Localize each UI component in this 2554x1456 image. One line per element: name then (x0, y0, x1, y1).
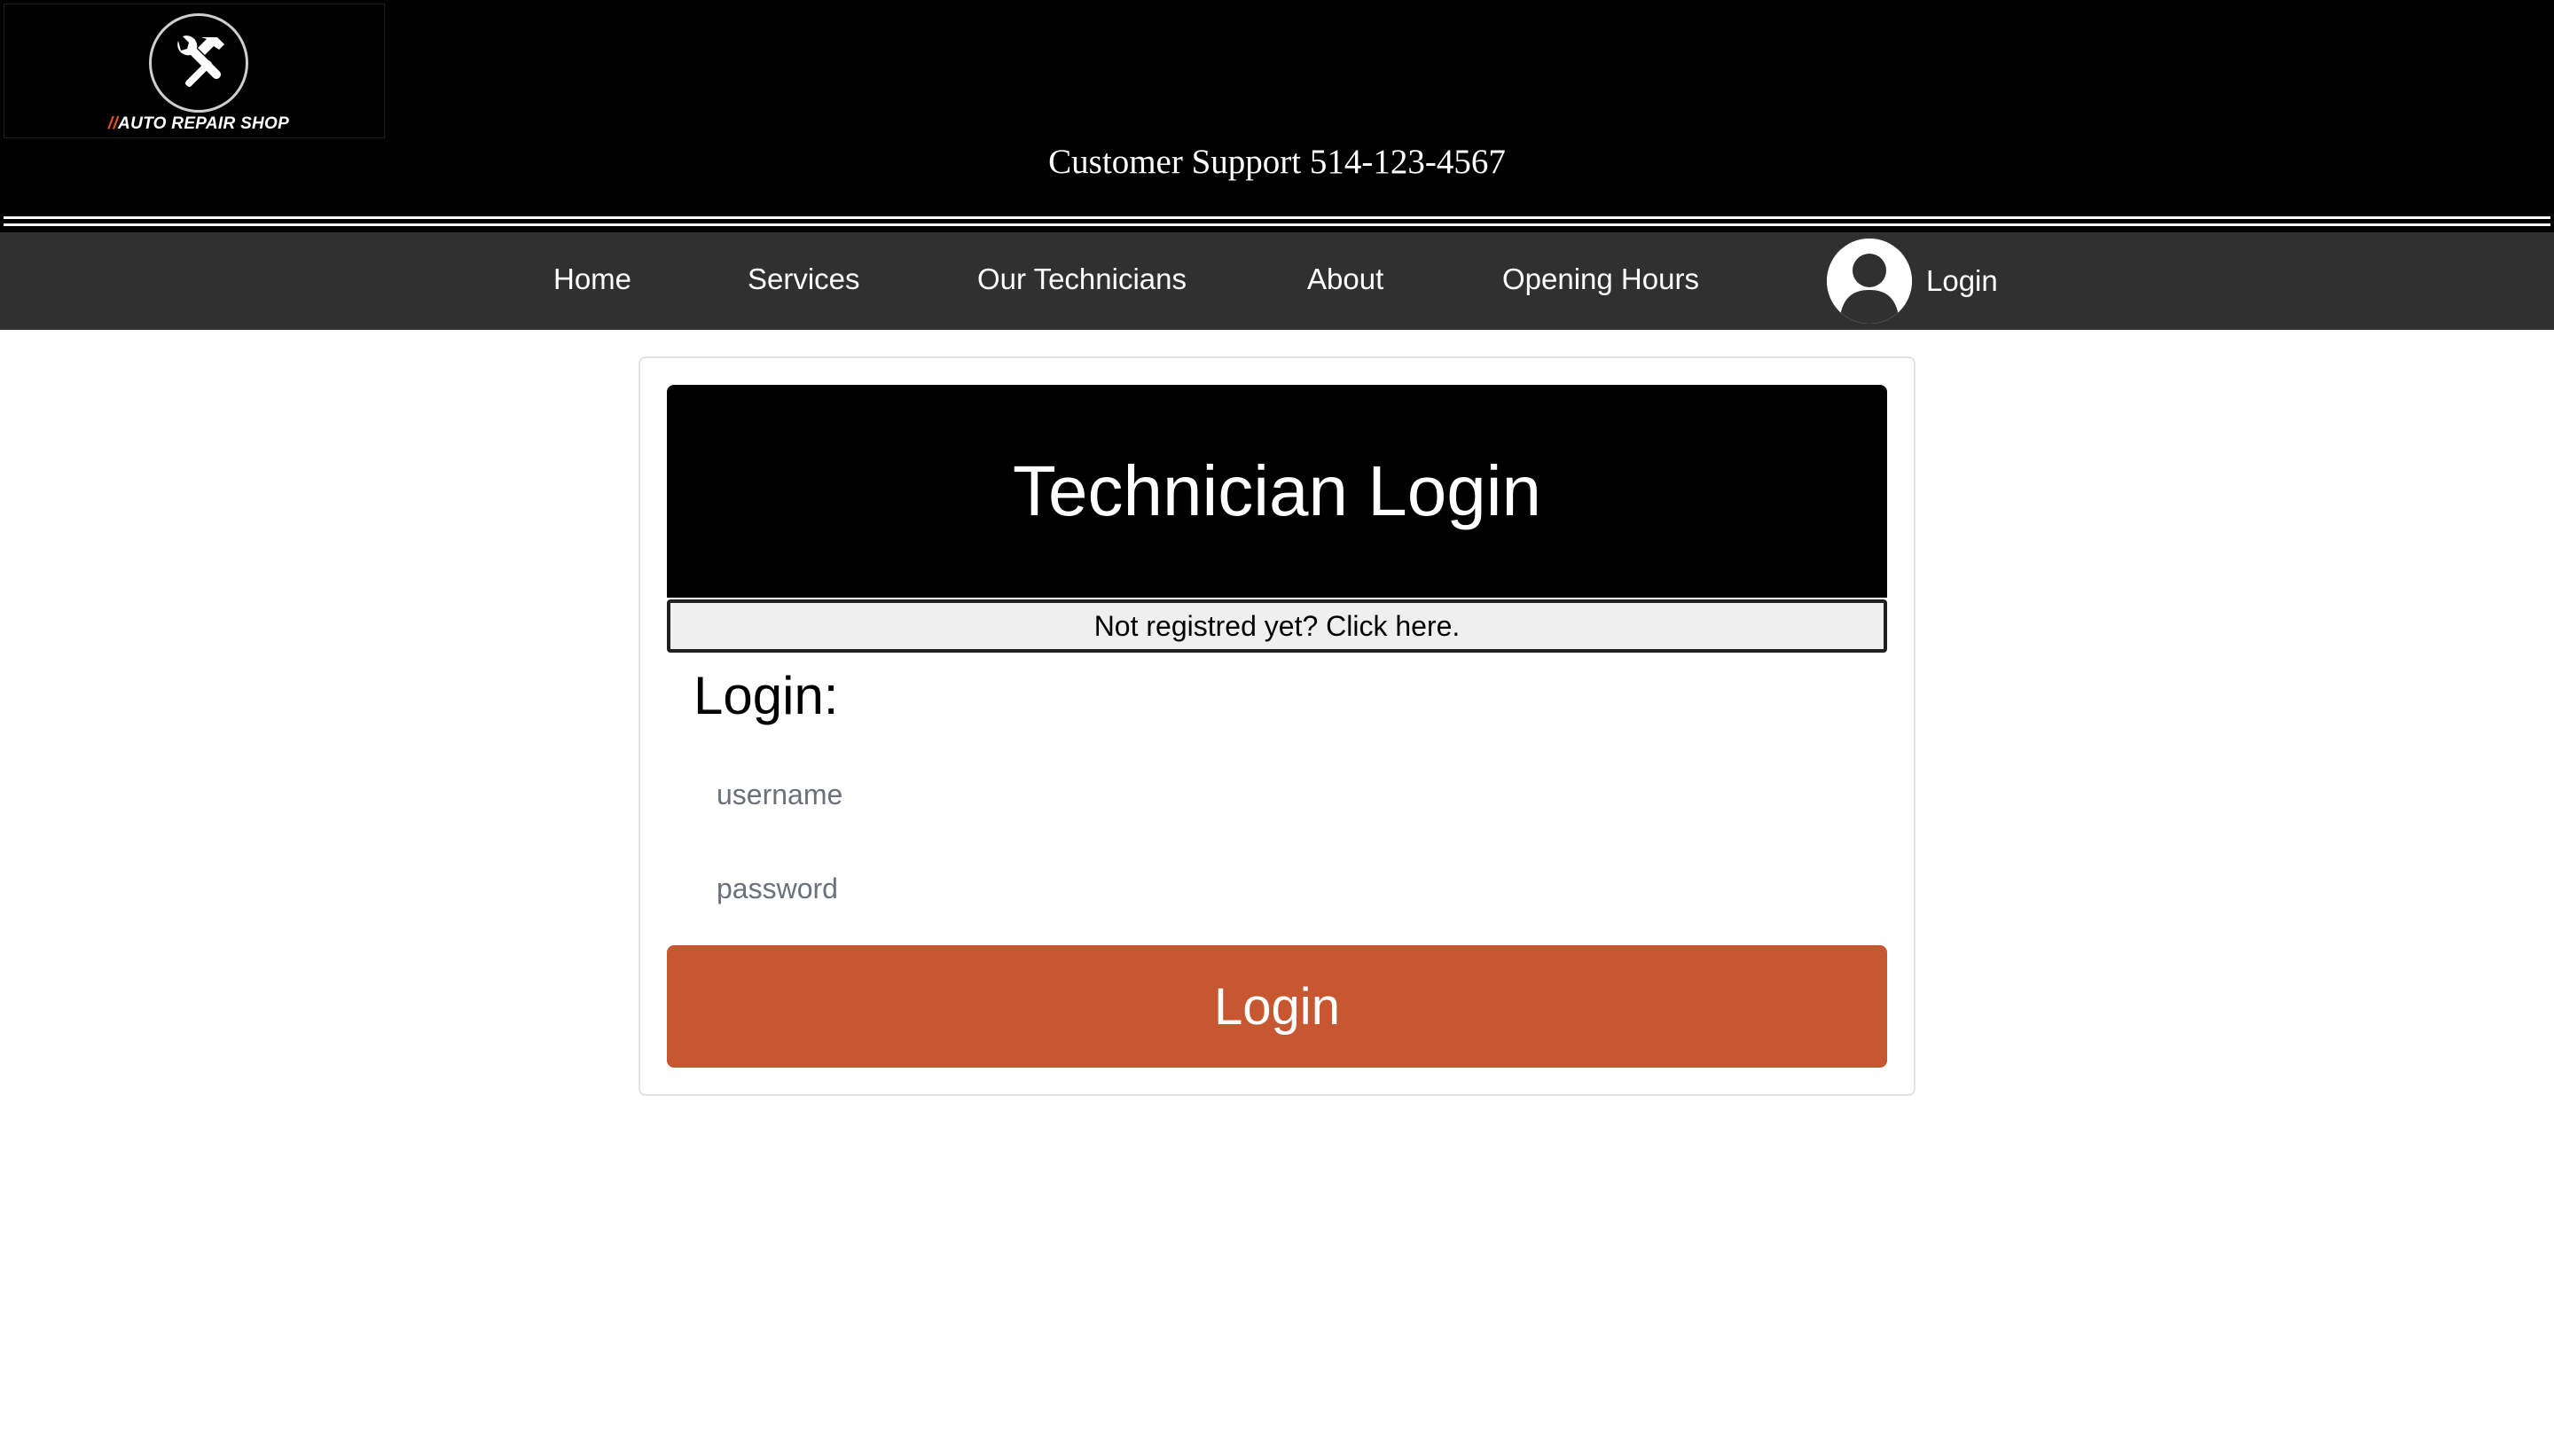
login-card: Technician Login Not registred yet? Clic… (638, 356, 1916, 1096)
password-input[interactable] (693, 853, 1887, 924)
username-input[interactable] (693, 759, 1887, 830)
nav-login[interactable]: Login (1827, 239, 1998, 324)
main-nav: Home Services Our Technicians About Open… (0, 232, 2554, 330)
nav-our-technicians[interactable]: Our Technicians (977, 232, 1187, 330)
site-header: //AUTO REPAIR SHOP Customer Support 514-… (0, 0, 2554, 232)
header-divider-top (4, 216, 2550, 219)
user-avatar-icon (1827, 239, 1912, 324)
nav-opening-hours[interactable]: Opening Hours (1502, 232, 1699, 330)
card-title: Technician Login (667, 385, 1887, 598)
nav-services[interactable]: Services (748, 232, 860, 330)
customer-support-text: Customer Support 514-123-4567 (1048, 143, 1506, 181)
logo-brand: AUTO REPAIR SHOP (118, 114, 290, 133)
logo-text: //AUTO REPAIR SHOP (4, 114, 393, 134)
login-button[interactable]: Login (667, 945, 1887, 1068)
form-title: Login: (693, 666, 839, 725)
logo-slash: // (107, 114, 119, 133)
nav-about[interactable]: About (1307, 232, 1383, 330)
hammer-wrench-icon (149, 13, 248, 113)
nav-home[interactable]: Home (553, 232, 631, 330)
register-link[interactable]: Not registred yet? Click here. (667, 599, 1887, 653)
nav-login-label: Login (1926, 264, 1998, 297)
logo[interactable]: //AUTO REPAIR SHOP (4, 4, 385, 138)
header-divider-bottom (4, 223, 2550, 226)
